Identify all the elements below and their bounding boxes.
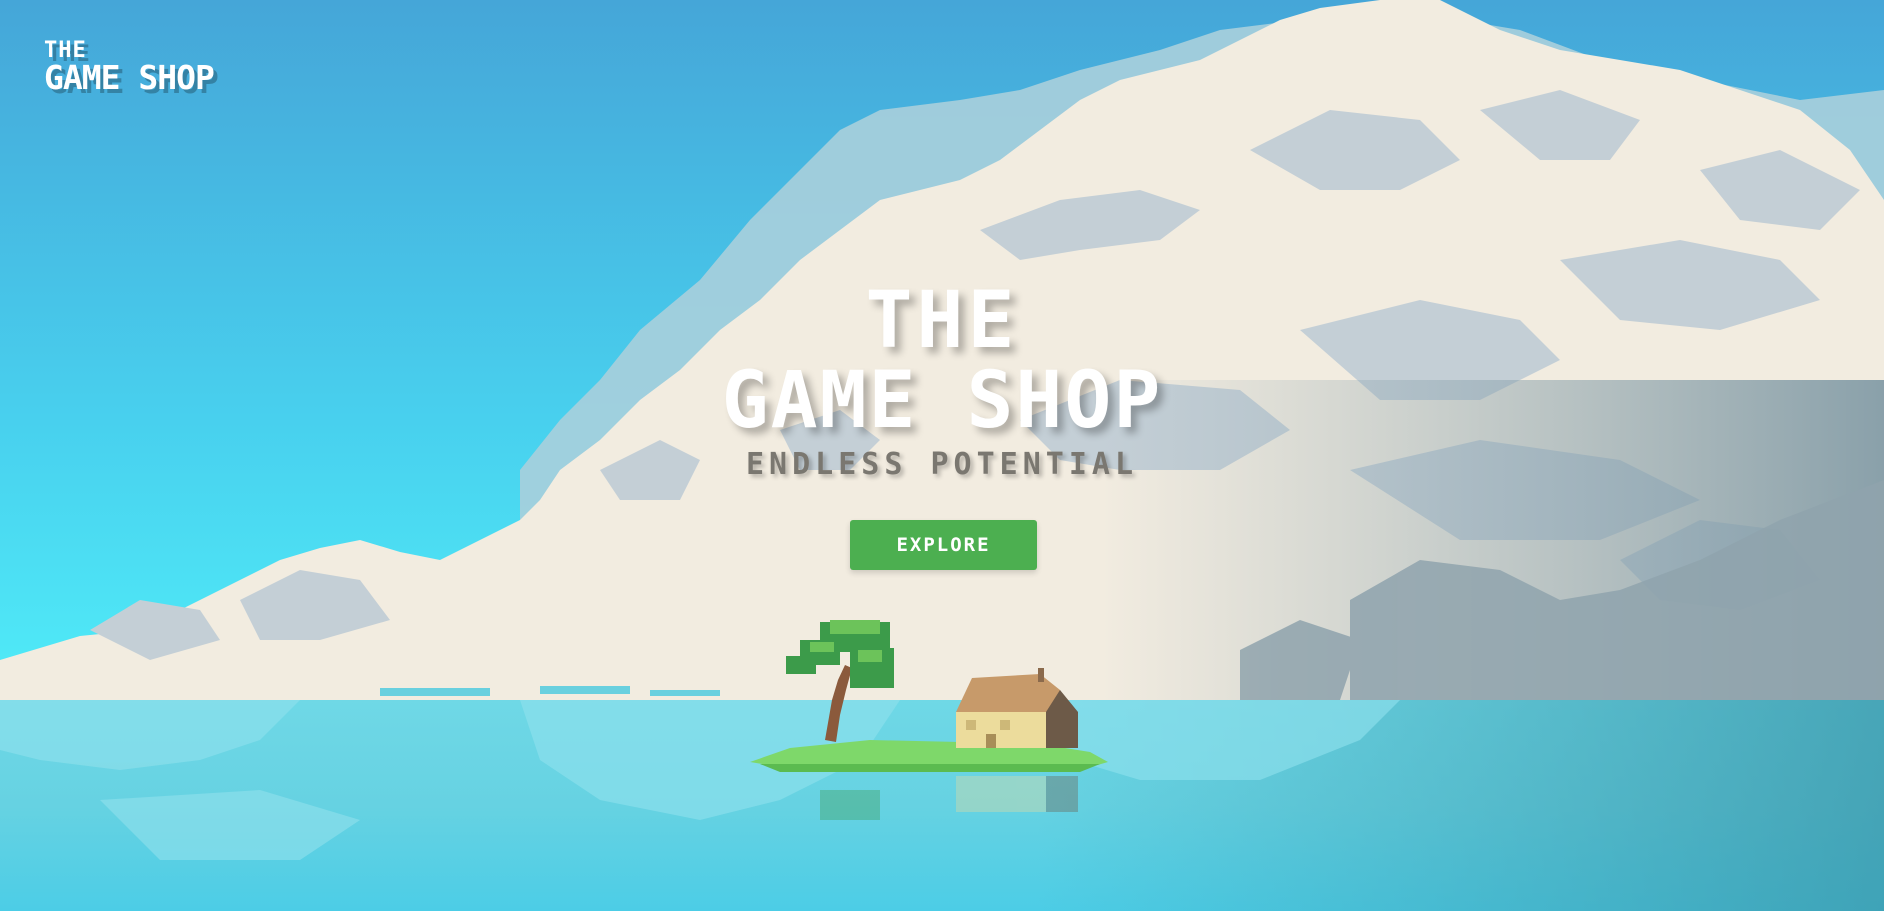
hero-subtitle: ENDLESS POTENTIAL bbox=[745, 447, 1139, 482]
explore-button[interactable]: EXPLORE bbox=[850, 520, 1037, 570]
hero-title-line-2: GAME SHOP bbox=[721, 356, 1163, 446]
logo-line-2: GAME SHOP bbox=[44, 58, 215, 97]
site-logo[interactable]: THE GAME SHOP bbox=[44, 40, 215, 97]
hero-title-line-1: THE bbox=[865, 276, 1019, 366]
